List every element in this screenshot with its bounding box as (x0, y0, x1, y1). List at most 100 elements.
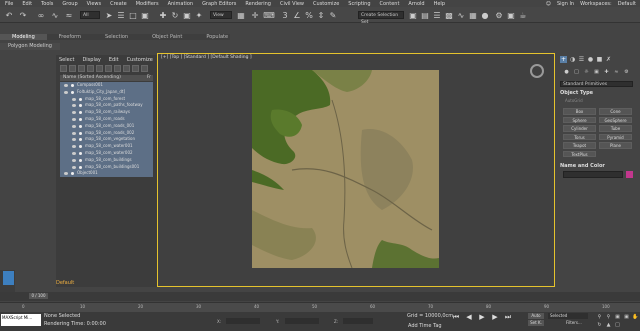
freeze-toggle-icon[interactable] (79, 138, 82, 142)
menu-modifiers[interactable]: Modifiers (136, 1, 159, 7)
cameras-icon[interactable]: ▣ (593, 69, 600, 75)
freeze-toggle-icon[interactable] (79, 117, 82, 121)
rectangular-selection-icon[interactable]: □ (128, 10, 138, 20)
layer-default-label[interactable]: Default (56, 279, 76, 288)
geometry-icon[interactable]: ● (563, 69, 570, 75)
redo-icon[interactable]: ↷ (18, 10, 28, 20)
tab-freeform[interactable]: Freeform (47, 34, 93, 40)
schematic-view-icon[interactable]: ▦ (468, 10, 478, 20)
maximize-viewport-icon[interactable]: □ (614, 322, 621, 328)
toggle-ribbon-icon[interactable]: ▩ (444, 10, 454, 20)
filter-shapes-icon[interactable] (69, 65, 76, 72)
menu-civil-view[interactable]: Civil View (280, 1, 304, 7)
render-production-icon[interactable]: ☕ (518, 10, 528, 20)
unlink-icon[interactable]: ∿ (50, 10, 60, 20)
workspace-dropdown[interactable]: Default (618, 1, 636, 7)
freeze-toggle-icon[interactable] (79, 151, 82, 155)
polygon-modeling-panel[interactable]: Polygon Modeling (0, 43, 60, 50)
explorer-menu-display[interactable]: Display (82, 57, 100, 63)
orbit-icon[interactable]: ↻ (596, 322, 603, 328)
name-and-color-rollout-title[interactable]: Name and Color (560, 163, 605, 169)
user-icon[interactable]: ☺ (546, 1, 551, 7)
menu-graph-editors[interactable]: Graph Editors (202, 1, 236, 7)
link-icon[interactable]: ∞ (36, 10, 46, 20)
menu-arnold[interactable]: Arnold (408, 1, 424, 7)
pan-icon[interactable]: ✋ (632, 314, 639, 320)
visibility-eye-icon[interactable] (64, 84, 68, 87)
maxscript-listener-icon[interactable] (3, 271, 14, 285)
explorer-row[interactable]: Object001 (60, 170, 153, 178)
selection-set-dropdown[interactable]: Create Selection Set (358, 11, 404, 25)
explorer-row[interactable]: map_58_com_water002 (60, 149, 153, 157)
viewport-top[interactable]: [+] [Top ] [Standard ] [Default Shading … (157, 53, 555, 287)
layer-explorer-icon[interactable]: ☰ (432, 10, 442, 20)
pyramid-button[interactable]: Pyramid (599, 133, 632, 140)
rotate-icon[interactable]: ↻ (170, 10, 180, 20)
snaps-toggle-icon[interactable]: 3 (280, 10, 290, 20)
window-crossing-icon[interactable]: ▣ (140, 10, 150, 20)
visibility-eye-icon[interactable] (72, 158, 76, 162)
next-frame-icon[interactable]: ▶ (491, 313, 499, 321)
tab-object-paint[interactable]: Object Paint (140, 34, 194, 40)
previous-frame-icon[interactable]: ◀ (465, 313, 473, 321)
tab-populate[interactable]: Populate (194, 34, 240, 40)
menu-scripting[interactable]: Scripting (348, 1, 370, 7)
spinner-snap-icon[interactable]: ⇕ (316, 10, 326, 20)
menu-edit[interactable]: Edit (22, 1, 32, 7)
zoom-all-icon[interactable]: ⚲ (605, 314, 612, 320)
modify-tab-icon[interactable]: ◑ (569, 56, 576, 63)
utilities-tab-icon[interactable]: ✗ (605, 56, 612, 63)
visibility-eye-icon[interactable] (72, 138, 76, 142)
auto-key-button[interactable]: Auto (528, 313, 544, 319)
freeze-toggle-icon[interactable] (79, 131, 82, 135)
field-of-view-icon[interactable]: ▲ (605, 322, 612, 328)
lights-icon[interactable]: ☼ (583, 69, 590, 75)
sphere-button[interactable]: Sphere (563, 116, 596, 123)
freeze-toggle-icon[interactable] (79, 124, 82, 128)
set-key-button[interactable]: Set K. (528, 320, 544, 326)
go-to-end-icon[interactable]: ⏭ (504, 313, 512, 321)
select-object-icon[interactable]: ➤ (104, 10, 114, 20)
filter-none-icon[interactable] (114, 65, 121, 72)
filter-geometry-icon[interactable] (60, 65, 67, 72)
geosphere-button[interactable]: GeoSphere (599, 116, 632, 123)
key-filters-button[interactable]: Filters... (566, 320, 586, 326)
box-button[interactable]: Box (563, 108, 596, 115)
helpers-icon[interactable]: ✚ (603, 69, 610, 75)
freeze-toggle-icon[interactable] (79, 111, 82, 115)
menu-animation[interactable]: Animation (168, 1, 194, 7)
systems-icon[interactable]: ⚙ (623, 69, 630, 75)
zoom-extents-icon[interactable]: ▣ (614, 314, 621, 320)
tab-modeling[interactable]: Modeling (0, 34, 47, 40)
autogrid-checkbox[interactable]: AutoGrid (565, 98, 583, 103)
y-coordinate-field[interactable] (285, 318, 319, 324)
tube-button[interactable]: Tube (599, 125, 632, 132)
textplus-button[interactable]: TextPlus (563, 150, 596, 157)
visibility-eye-icon[interactable] (72, 97, 76, 101)
time-slider[interactable]: 0 / 100 (29, 293, 48, 299)
angle-snap-icon[interactable]: ∠ (292, 10, 302, 20)
time-slider-track[interactable] (0, 292, 640, 301)
menu-rendering[interactable]: Rendering (245, 1, 271, 7)
teapot-button[interactable]: Teapot (563, 142, 596, 149)
bind-space-warp-icon[interactable]: ≈ (64, 10, 74, 20)
material-editor-icon[interactable]: ● (480, 10, 490, 20)
explorer-row[interactable]: map_58_com_forest (60, 95, 153, 103)
tab-selection[interactable]: Selection (93, 34, 140, 40)
keyboard-shortcut-override-icon[interactable]: ⌨ (263, 10, 275, 20)
freeze-toggle-icon[interactable] (79, 97, 82, 101)
add-time-tag-button[interactable]: Add Time Tag (408, 323, 442, 329)
menu-customize[interactable]: Customize (313, 1, 339, 7)
menu-file[interactable]: File (5, 1, 13, 7)
mirror-icon[interactable]: ▣ (408, 10, 418, 20)
freeze-toggle-icon[interactable] (79, 165, 82, 169)
display-tab-icon[interactable]: ■ (596, 56, 603, 63)
explorer-row[interactable]: map_58_com_roads_001 (60, 122, 153, 130)
freeze-toggle-icon[interactable] (79, 158, 82, 162)
track-bar[interactable]: 0 10 20 30 40 50 60 70 80 90 100 (0, 302, 640, 312)
filter-invert-icon[interactable] (123, 65, 130, 72)
explorer-row[interactable]: map_58_com_buildings001 (60, 163, 153, 171)
x-coordinate-field[interactable] (226, 318, 260, 324)
viewport-label[interactable]: [+] [Top ] [Standard ] [Default Shading … (161, 55, 252, 60)
freeze-toggle-icon[interactable] (71, 172, 74, 176)
